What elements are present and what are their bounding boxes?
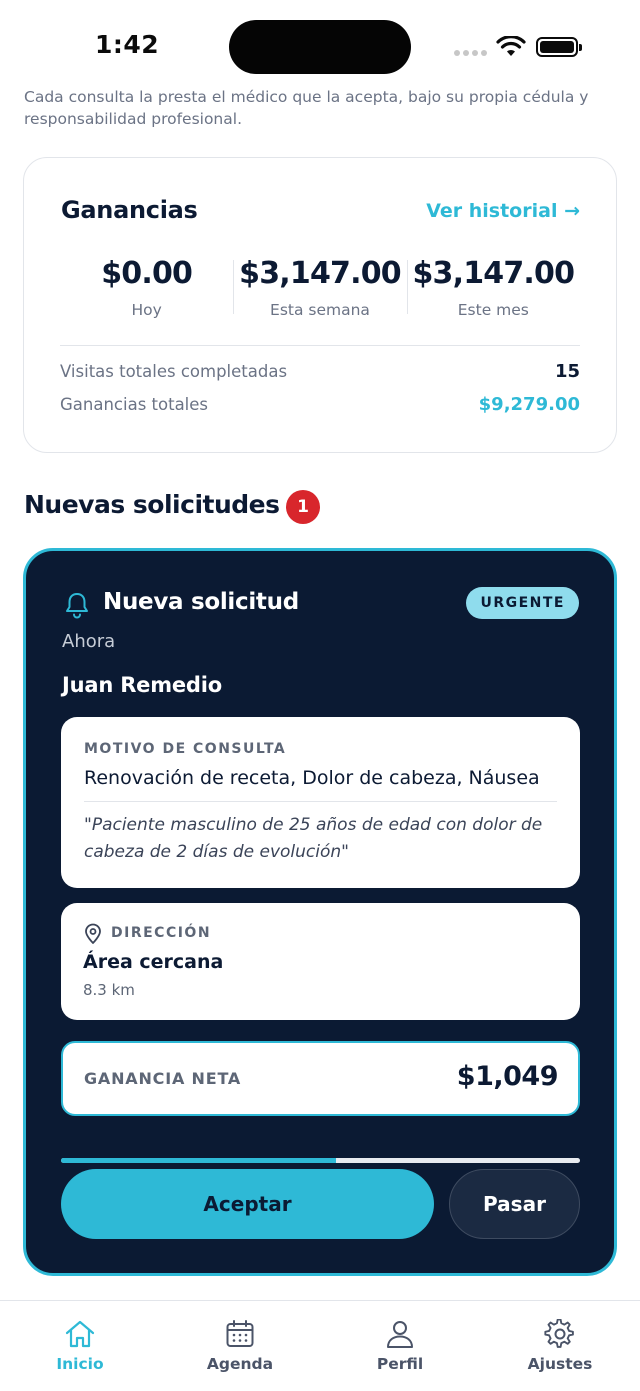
stat-today: $0.00 Hoy <box>60 256 233 326</box>
stat-value: $3,147.00 <box>239 256 402 291</box>
status-bar: 1:42 <box>0 0 640 86</box>
net-earnings-label: GANANCIA NETA <box>84 1069 242 1088</box>
urgent-badge: URGENTE <box>466 587 579 619</box>
request-card: Nueva solicitud URGENTE Ahora Juan Remed… <box>23 548 617 1276</box>
request-title: Nueva solicitud <box>103 589 299 615</box>
reason-label: MOTIVO DE CONSULTA <box>84 741 287 757</box>
accept-button[interactable]: Aceptar <box>61 1169 434 1239</box>
disclaimer-text: Cada consulta la presta el médico que la… <box>24 88 589 128</box>
new-requests-title: Nuevas solicitudes <box>24 490 280 519</box>
user-icon <box>387 1321 413 1348</box>
total-visits-value: 15 <box>554 361 580 382</box>
net-earnings-box: GANANCIA NETA $1,049 <box>61 1041 580 1116</box>
tab-label: Agenda <box>206 1355 274 1373</box>
address-box: DIRECCIÓN Área cercana 8.3 km <box>61 903 580 1020</box>
stat-label: Hoy <box>131 301 162 319</box>
total-visits-row: Visitas totales completadas 15 <box>60 361 580 382</box>
tab-inicio[interactable]: Inicio <box>0 1301 160 1391</box>
stat-label: Este mes <box>457 301 529 319</box>
address-label: DIRECCIÓN <box>111 925 212 941</box>
stat-value: $3,147.00 <box>412 256 575 291</box>
reason-text: Renovación de receta, Dolor de cabeza, N… <box>84 767 540 789</box>
cellular-signal-icon <box>454 50 487 56</box>
consult-reason-box: MOTIVO DE CONSULTA Renovación de receta,… <box>61 717 580 888</box>
tab-label: Inicio <box>56 1355 104 1373</box>
distance-value: 8.3 km <box>83 981 135 999</box>
view-history-link[interactable]: Ver historial → <box>426 200 580 222</box>
address-value: Área cercana <box>83 951 224 973</box>
wifi-icon <box>496 36 526 56</box>
tab-label: Ajustes <box>527 1355 593 1373</box>
stat-week: $3,147.00 Esta semana <box>233 256 406 326</box>
tab-bar: Inicio Agenda Perfil Ajustes <box>0 1300 640 1391</box>
total-visits-label: Visitas totales completadas <box>60 362 288 381</box>
divider <box>84 801 557 802</box>
earnings-card: Ganancias Ver historial → $0.00 Hoy $3,1… <box>23 157 617 453</box>
tab-agenda[interactable]: Agenda <box>160 1301 320 1391</box>
tab-label: Perfil <box>376 1355 424 1373</box>
total-earnings-value: $9,279.00 <box>478 394 580 415</box>
patient-note: "Paciente masculino de 25 años de edad c… <box>84 815 543 862</box>
tab-ajustes[interactable]: Ajustes <box>480 1301 640 1391</box>
net-earnings-value: $1,049 <box>456 1061 559 1092</box>
stat-value: $0.00 <box>101 256 193 291</box>
request-count-badge: 1 <box>286 490 320 524</box>
dynamic-island <box>229 20 411 74</box>
request-time: Ahora <box>62 631 116 652</box>
earnings-title: Ganancias <box>61 196 198 224</box>
total-earnings-label: Ganancias totales <box>60 395 209 414</box>
location-pin-icon <box>85 923 101 944</box>
earnings-stats: $0.00 Hoy $3,147.00 Esta semana $3,147.0… <box>60 256 580 326</box>
stat-label: Esta semana <box>270 301 370 319</box>
gear-icon <box>544 1319 574 1348</box>
patient-name: Juan Remedio <box>62 673 222 697</box>
stat-month: $3,147.00 Este mes <box>406 256 580 326</box>
total-earnings-row: Ganancias totales $9,279.00 <box>60 394 580 415</box>
countdown-progress-fill <box>61 1158 337 1163</box>
status-time: 1:42 <box>95 30 160 59</box>
pass-button[interactable]: Pasar <box>449 1169 580 1239</box>
countdown-progress-bar <box>61 1158 580 1163</box>
battery-icon <box>536 37 582 57</box>
divider <box>60 345 580 346</box>
bell-icon <box>66 593 88 619</box>
tab-perfil[interactable]: Perfil <box>320 1301 480 1391</box>
calendar-icon <box>226 1320 254 1347</box>
home-icon <box>65 1320 95 1348</box>
